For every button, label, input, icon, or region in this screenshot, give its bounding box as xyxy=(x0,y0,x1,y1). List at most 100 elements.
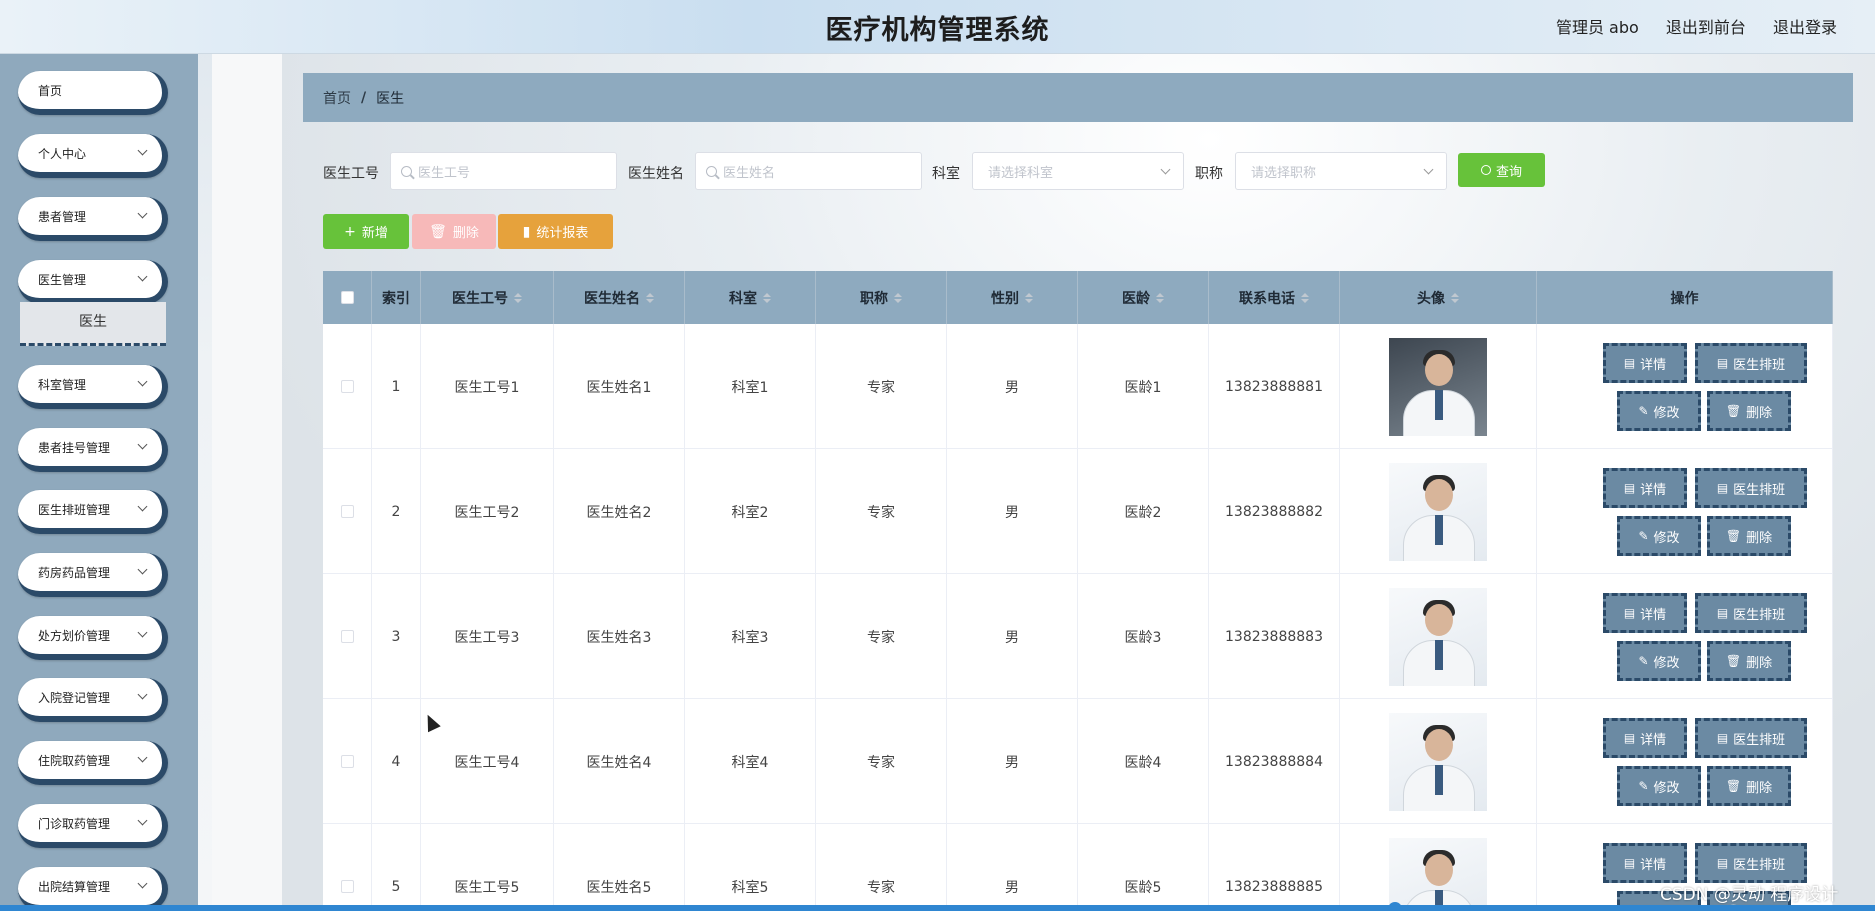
sidebar-item-5[interactable]: 科室管理 xyxy=(18,365,168,409)
chevron-down-icon xyxy=(137,271,148,282)
cell-text: 专家 xyxy=(867,754,895,771)
cell-text: 男 xyxy=(1005,879,1019,896)
delete-button[interactable]: 🗑 删除 xyxy=(1707,766,1791,806)
sidebar-item-1[interactable]: 首页 xyxy=(18,71,168,115)
sidebar-item-2[interactable]: 个人中心 xyxy=(18,134,168,178)
row-checkbox[interactable] xyxy=(340,755,354,768)
sort-caret-icon[interactable] xyxy=(1451,292,1459,303)
col-header-doctor-name[interactable]: 医生姓名 xyxy=(554,271,685,324)
col-header-label: 性别 xyxy=(991,290,1019,307)
sidebar-item-9[interactable]: 处方划价管理 xyxy=(18,616,168,660)
doctor-name-input[interactable]: 医生姓名 xyxy=(695,152,922,190)
cell-department: 科室5 xyxy=(685,824,816,911)
cell-department: 科室3 xyxy=(685,574,816,699)
department-select[interactable]: 请选择科室 xyxy=(972,152,1184,190)
cell-doctor-name: 医生姓名2 xyxy=(554,449,685,574)
batch-delete-button[interactable]: 🗑 删除 xyxy=(412,214,496,249)
cell-text: 医龄5 xyxy=(1124,879,1162,896)
doctor-name-placeholder: 医生姓名 xyxy=(723,165,776,181)
sidebar-item-3[interactable]: 患者管理 xyxy=(18,197,168,241)
select-all-checkbox[interactable] xyxy=(340,291,354,304)
detail-button[interactable]: ▤ 详情 xyxy=(1603,593,1687,633)
cell-text: 1 xyxy=(391,378,401,395)
cell-text: 医生工号1 xyxy=(454,379,520,396)
horizontal-scrollbar-thumb[interactable] xyxy=(1388,902,1402,911)
cell-title: 专家 xyxy=(816,449,947,574)
edit-button[interactable]: ✎ 修改 xyxy=(1617,391,1701,431)
cell-index: 3 xyxy=(372,574,421,699)
sort-caret-icon[interactable] xyxy=(514,292,522,303)
doc-icon: ▤ xyxy=(1716,856,1729,870)
col-header-department[interactable]: 科室 xyxy=(685,271,816,324)
cell-doctor-name: 医生姓名5 xyxy=(554,824,685,911)
sidebar-item-11[interactable]: 住院取药管理 xyxy=(18,741,168,785)
report-button[interactable]: ▮ 统计报表 xyxy=(498,214,613,249)
schedule-button[interactable]: ▤ 医生排班 xyxy=(1695,468,1807,508)
detail-button[interactable]: ▤ 详情 xyxy=(1603,718,1687,758)
cell-text: 医生姓名1 xyxy=(586,379,652,396)
schedule-button[interactable]: ▤ 医生排班 xyxy=(1695,593,1807,633)
col-header-doctor-id[interactable]: 医生工号 xyxy=(421,271,554,324)
sidebar-subitem-doctor[interactable]: 医生 xyxy=(20,302,166,346)
col-header-phone[interactable]: 联系电话 xyxy=(1209,271,1340,324)
cell-phone: 13823888882 xyxy=(1209,449,1340,574)
chevron-down-icon xyxy=(1160,164,1171,175)
sidebar-item-4[interactable]: 医生管理 xyxy=(18,260,168,304)
department-label: 科室 xyxy=(932,166,960,182)
col-header-years[interactable]: 医龄 xyxy=(1078,271,1209,324)
back-to-front-link[interactable]: 退出到前台 xyxy=(1666,18,1746,37)
delete-button[interactable]: 🗑 删除 xyxy=(1707,641,1791,681)
sidebar-item-12[interactable]: 门诊取药管理 xyxy=(18,804,168,848)
doctor-id-input[interactable]: 医生工号 xyxy=(390,152,617,190)
col-header-gender[interactable]: 性别 xyxy=(947,271,1078,324)
cell-text: 13823888881 xyxy=(1225,378,1323,395)
cell-years: 医龄1 xyxy=(1078,324,1209,449)
edit-button[interactable]: ✎ 修改 xyxy=(1617,641,1701,681)
sidebar-item-7[interactable]: 医生排班管理 xyxy=(18,490,168,534)
schedule-button[interactable]: ▤ 医生排班 xyxy=(1695,718,1807,758)
cell-phone: 13823888884 xyxy=(1209,699,1340,824)
chevron-down-icon xyxy=(137,501,148,512)
col-header-avatar[interactable]: 头像 xyxy=(1340,271,1537,324)
logout-link[interactable]: 退出登录 xyxy=(1773,18,1837,37)
title-select[interactable]: 请选择职称 xyxy=(1235,152,1447,190)
sort-caret-icon[interactable] xyxy=(1156,292,1164,303)
sort-caret-icon[interactable] xyxy=(646,292,654,303)
col-header-title[interactable]: 职称 xyxy=(816,271,947,324)
sort-caret-icon[interactable] xyxy=(1301,292,1309,303)
pencil-icon: ✎ xyxy=(1638,779,1649,793)
cell-doctor-name: 医生姓名3 xyxy=(554,574,685,699)
sidebar-item-8[interactable]: 药房药品管理 xyxy=(18,553,168,597)
detail-button[interactable]: ▤ 详情 xyxy=(1603,843,1687,883)
row-checkbox[interactable] xyxy=(340,880,354,893)
row-checkbox[interactable] xyxy=(340,630,354,643)
doc-icon: ▤ xyxy=(1623,481,1636,495)
sidebar-item-label: 出院结算管理 xyxy=(38,879,111,894)
cell-text: 医龄3 xyxy=(1124,629,1162,646)
chevron-down-icon xyxy=(137,627,148,638)
edit-button[interactable]: ✎ 修改 xyxy=(1617,516,1701,556)
edit-button[interactable]: ✎ 修改 xyxy=(1617,766,1701,806)
sidebar-item-10[interactable]: 入院登记管理 xyxy=(18,678,168,722)
cell-text: 专家 xyxy=(867,504,895,521)
sort-caret-icon[interactable] xyxy=(1025,292,1033,303)
horizontal-scrollbar[interactable] xyxy=(0,902,1875,911)
cell-title: 专家 xyxy=(816,824,947,911)
row-checkbox[interactable] xyxy=(340,505,354,518)
delete-button[interactable]: 🗑 删除 xyxy=(1707,391,1791,431)
schedule-button[interactable]: ▤ 医生排班 xyxy=(1695,843,1807,883)
sort-caret-icon[interactable] xyxy=(763,292,771,303)
sort-caret-icon[interactable] xyxy=(894,292,902,303)
add-button[interactable]: + 新增 xyxy=(323,214,409,249)
schedule-button[interactable]: ▤ 医生排班 xyxy=(1695,343,1807,383)
row-checkbox[interactable] xyxy=(340,380,354,393)
sidebar-item-6[interactable]: 患者挂号管理 xyxy=(18,428,168,472)
detail-button[interactable]: ▤ 详情 xyxy=(1603,343,1687,383)
sidebar-item-label: 首页 xyxy=(38,83,63,98)
query-button[interactable]: 查询 xyxy=(1458,153,1545,187)
breadcrumb-home[interactable]: 首页 xyxy=(323,88,351,108)
current-user: 管理员 abo xyxy=(1555,18,1639,37)
doctor-avatar-image xyxy=(1389,587,1487,686)
detail-button[interactable]: ▤ 详情 xyxy=(1603,468,1687,508)
delete-button[interactable]: 🗑 删除 xyxy=(1707,516,1791,556)
